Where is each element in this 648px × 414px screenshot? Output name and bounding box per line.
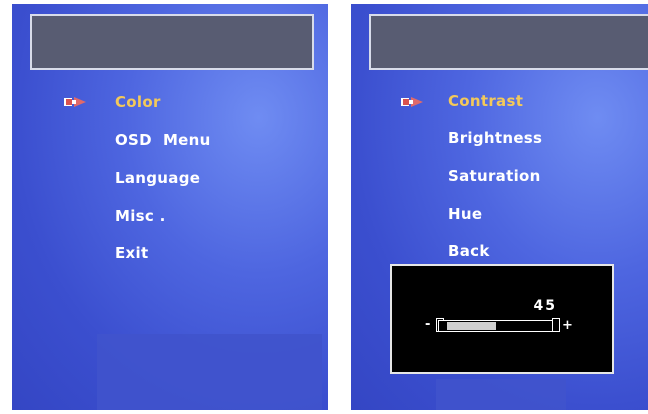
osd-main-menu-panel: Color OSD Menu Language Misc . Exit <box>12 4 328 410</box>
osd-title-box <box>30 14 314 70</box>
decrease-sign: - <box>425 317 431 332</box>
menu-item-exit[interactable]: Exit <box>115 244 148 262</box>
menu-item-saturation[interactable]: Saturation <box>448 167 541 185</box>
menu-item-contrast[interactable]: Contrast <box>448 92 523 110</box>
contrast-slider[interactable] <box>438 320 556 332</box>
adjustment-value: 45 <box>533 298 557 314</box>
decorative-bottom-block <box>97 334 322 410</box>
decorative-bottom-block <box>436 379 566 410</box>
adjustment-box: 45 - + <box>390 264 614 374</box>
menu-item-osd-menu[interactable]: OSD Menu <box>115 131 211 149</box>
menu-item-misc[interactable]: Misc . <box>115 207 166 225</box>
slider-fill <box>447 322 496 330</box>
menu-item-language[interactable]: Language <box>115 169 200 187</box>
arrow-cursor-icon <box>64 97 86 107</box>
osd-color-menu-panel: Contrast Brightness Saturation Hue Back … <box>351 4 648 410</box>
osd-title-box <box>369 14 648 70</box>
increase-sign: + <box>562 318 573 333</box>
menu-item-back[interactable]: Back <box>448 242 490 260</box>
menu-item-hue[interactable]: Hue <box>448 205 482 223</box>
menu-item-color[interactable]: Color <box>115 93 161 111</box>
menu-item-brightness[interactable]: Brightness <box>448 129 542 147</box>
slider-right-end <box>552 318 560 332</box>
arrow-cursor-icon <box>401 97 423 107</box>
